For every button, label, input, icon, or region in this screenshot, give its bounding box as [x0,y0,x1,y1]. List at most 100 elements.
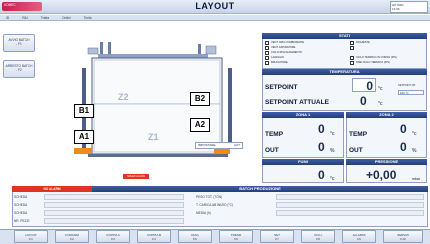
fkey-trend-key: F6 [234,237,238,241]
fkey-comandi[interactable]: COMANDI F2 [55,230,89,243]
zona2-out-value: 0 [400,140,407,154]
stati-label-5: BRUCIATORE [271,61,288,64]
furnace-base [88,154,228,157]
fumi-unit: °c [330,176,335,182]
stati-label-3: CICLO RISCALDAMENTO [271,51,302,54]
stati-checkbox-9 [350,61,354,65]
fumi-title: FUMI [262,159,344,165]
zone-z1-label: Z1 [148,132,159,142]
batch-row-label-1: SCHEDA [14,195,28,199]
zone-a1[interactable]: A1 [74,130,94,144]
stati-checkbox-5 [265,61,269,65]
menu-bar: ID RAI Tratta Ordini Tonfa [0,15,430,21]
menu-item-tratta[interactable]: Tratta [35,15,55,21]
menu-item-ordini[interactable]: Ordini [56,15,77,21]
fkey-coppia-a[interactable]: COPPIA A F3 [96,230,130,243]
fkey-allarmi[interactable]: ALLARMI F9 [342,230,376,243]
zone-a2[interactable]: A2 [190,118,210,132]
top-info-box: GP 0001 13:06 [390,1,428,13]
setpoint-input[interactable]: 0 [352,78,376,93]
batch-field-4[interactable] [44,218,184,224]
batch-field-2[interactable] [44,202,184,208]
pressione-title: PRESSIONE [346,159,427,165]
fumi-value: 0 [318,168,325,182]
zona1-title: ZONA 1 [262,112,344,118]
pressione-value: +0,00 [366,168,397,182]
batch-row-label-3: SCHEDA [14,211,28,215]
batch-field-3[interactable] [44,210,184,216]
temperatura-title: TEMPERATURA [262,69,427,75]
speed-alarm-badge: SPEED ALARM [123,174,149,179]
fkey-servizi[interactable]: SERVIZI F10 [383,230,423,243]
zona1-out-unit: % [330,148,335,154]
setpoint-op-field[interactable]: 100 °C [398,90,424,95]
stati-title: STATI [262,33,427,39]
actual-setpoint-label: SETPOINT ATTUALE [265,99,329,106]
zona2-out-label: OUT [349,147,363,154]
alarm-status-bar: NO ALARM [12,186,92,192]
stati-checkbox-3 [265,51,269,55]
batch-right-field-2[interactable] [276,202,424,208]
top-info-line2: 13:06 [392,7,400,11]
stati-checkbox-8 [350,56,354,60]
stati-checkbox-4 [265,56,269,60]
stati-checkbox-7 [350,46,354,50]
start-batch-button[interactable]: AVVIO BATCH - F1 [3,34,35,52]
zona1-out-label: OUT [265,147,279,154]
menu-item-rai[interactable]: RAI [16,15,33,21]
zona2-temp-value: 0 [400,122,407,136]
fan-left [87,47,99,55]
actual-setpoint-unit: °c [378,101,383,107]
furnace-diagram [74,42,232,157]
fkey-coppia-b-key: F4 [152,237,156,241]
fan-right [205,45,217,55]
batch-row-label-2: SCHEDA [14,203,28,207]
zona2-out-unit: % [412,148,417,154]
burner-left [74,148,92,154]
page-title: LAYOUT [195,1,235,11]
batch-right-label-2: T. CARICA AB INIZIO (°C) [196,203,234,207]
zone-b1[interactable]: B1 [74,104,94,118]
stati-label-8: CICLO TERMICO IN CORSO (P/S) [356,56,397,59]
fkey-trend[interactable]: TREND F6 [219,230,253,243]
stati-label-4: LAVAGGIO [271,56,285,59]
fkey-coppia-a-key: F3 [111,237,115,241]
setpoint-label: SETPOINT [265,84,298,91]
batch-row-label-4: NR. PEZZI [14,219,30,223]
zone-b2[interactable]: B2 [190,92,210,106]
stati-checkbox-2 [265,46,269,50]
stati-label-1: VENT. ARIA COMBURENTE [271,41,305,44]
zona1-temp-label: TEMP [265,131,284,138]
zone-z2-label: Z2 [118,92,129,102]
stop-batch-button[interactable]: ARRESTO BATCH - F2 [3,60,35,78]
fkey-cicli-key: F8 [316,237,320,241]
fkey-layout[interactable]: LAYOUT F1 [14,230,48,243]
fkey-layout-key: F1 [29,237,33,241]
mode-dropdown-label: IMPOSTARE [198,143,216,147]
logo-text: KOMEC [4,3,16,7]
brand-logo: KOMEC [2,2,42,11]
fkey-diag[interactable]: DIAG F5 [178,230,212,243]
batch-right-field-1[interactable] [276,194,424,200]
stati-checkbox-1 [265,41,269,45]
menu-item-id[interactable]: ID [0,15,15,21]
stop-batch-key: - F2 [16,68,22,72]
zona1-temp-unit: °c [330,131,335,137]
setpoint-value: 0 [366,79,373,93]
fkey-set[interactable]: SET F7 [260,230,294,243]
zona2-title: ZONA 2 [346,112,427,118]
mode-dropdown[interactable]: IMPOSTARE AUT [195,142,243,149]
pressione-unit: mbar [412,177,420,181]
setpoint-op-note: SETPOINT OP [398,84,416,87]
zona1-out-value: 0 [318,140,325,154]
duct-left-2 [108,42,111,56]
fkey-coppia-b[interactable]: COPPIA B F4 [137,230,171,243]
batch-title: BATCH PRODUZIONE [92,186,428,192]
duct-left [100,42,103,56]
batch-right-label-1: PESO TOT. (TON) [196,195,223,199]
fkey-diag-key: F5 [193,237,197,241]
menu-item-tonfa[interactable]: Tonfa [78,15,98,21]
batch-right-field-3[interactable] [276,210,424,216]
fkey-cicli[interactable]: CICLI F8 [301,230,335,243]
batch-field-1[interactable] [44,194,184,200]
